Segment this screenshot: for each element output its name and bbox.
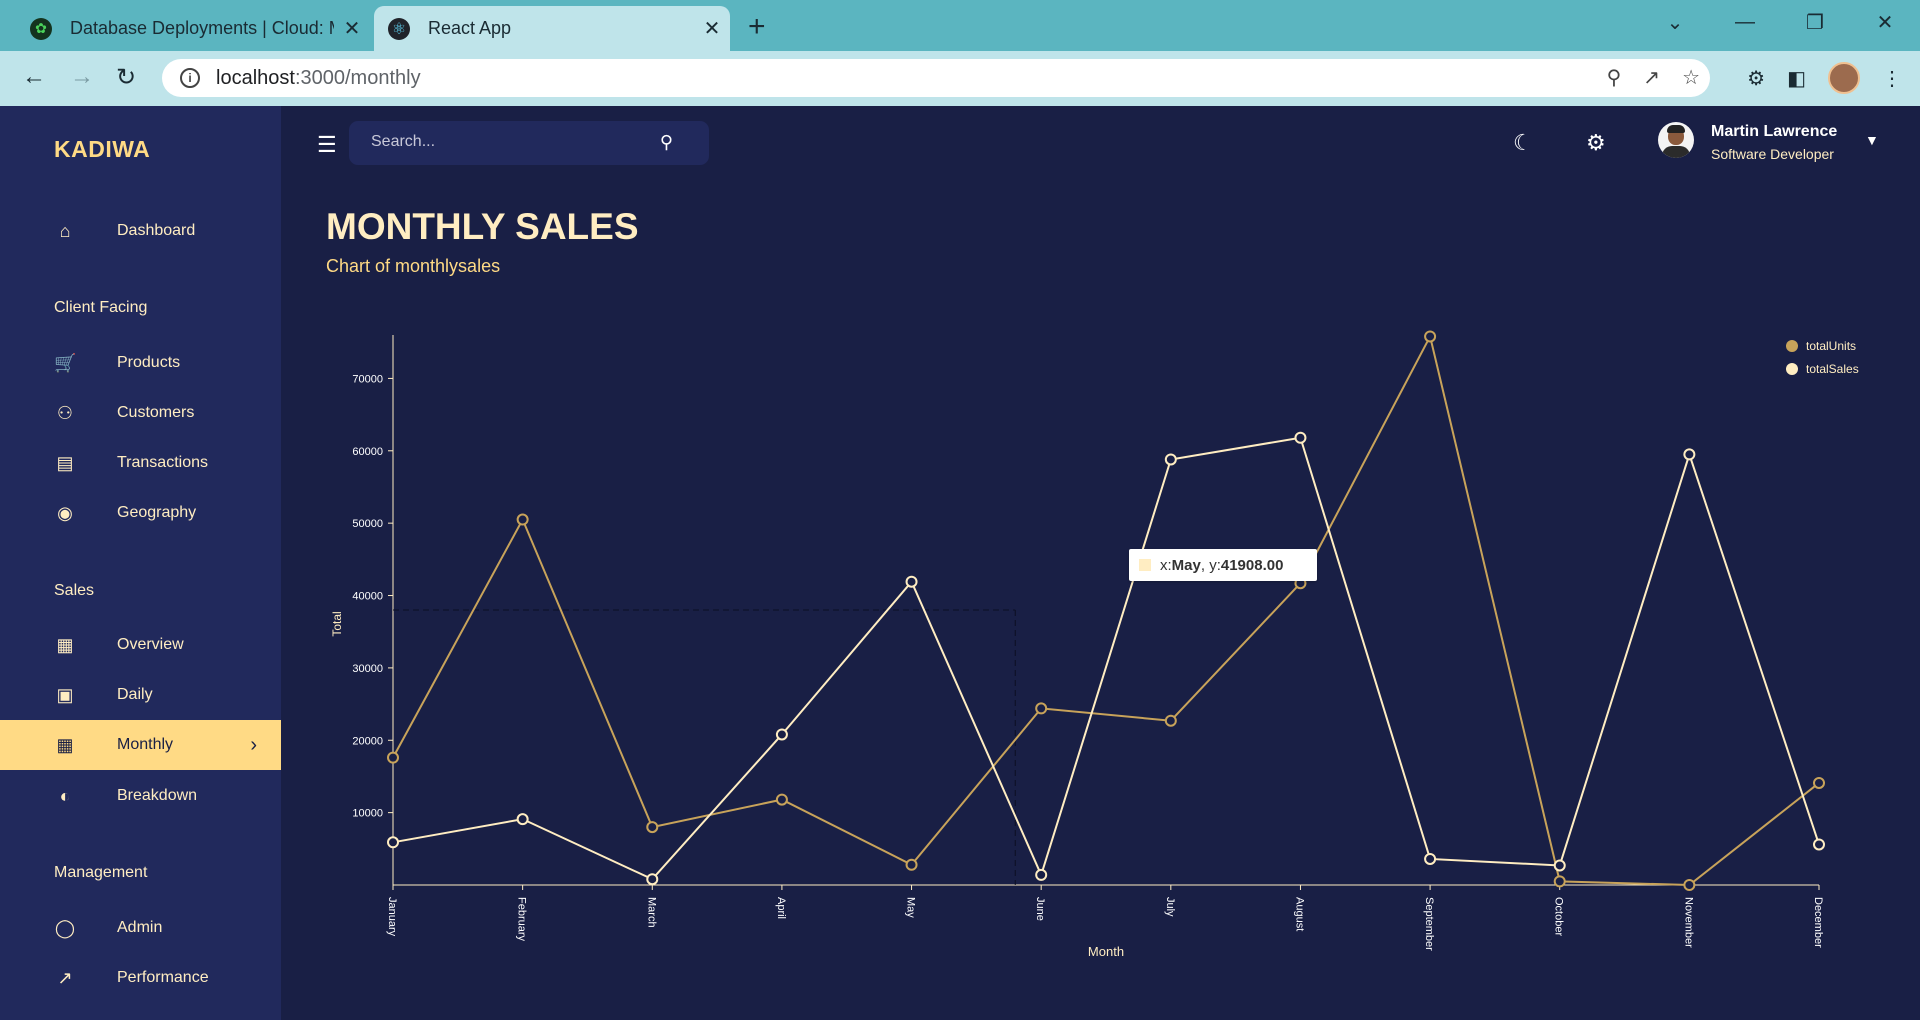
data-point-totalUnits	[1035, 702, 1048, 715]
y-tick-label: 50000	[352, 518, 383, 530]
x-tick-label: May	[905, 897, 917, 918]
data-point-totalSales	[1035, 868, 1048, 881]
x-axis-label: Month	[1088, 944, 1124, 959]
data-point-totalUnits	[1164, 714, 1177, 727]
data-point-totalUnits	[1813, 776, 1825, 789]
data-point-totalUnits	[1683, 879, 1696, 891]
x-tick-label: April	[775, 897, 787, 919]
data-point-totalSales	[646, 873, 659, 886]
data-point-totalSales	[775, 728, 788, 741]
legend-marker-totalSales	[1786, 363, 1798, 375]
y-tick-label: 30000	[352, 663, 383, 675]
data-point-totalUnits	[646, 821, 659, 834]
x-tick-label: July	[1164, 897, 1176, 917]
data-point-totalSales	[387, 836, 399, 849]
x-tick-label: December	[1812, 897, 1824, 948]
data-point-totalUnits	[1553, 875, 1566, 888]
series-line-totalSales	[392, 436, 1820, 881]
y-tick-label: 70000	[352, 373, 383, 385]
x-tick-label: September	[1423, 897, 1435, 951]
data-point-totalUnits	[516, 513, 529, 526]
data-point-totalSales	[1813, 838, 1825, 851]
data-point-totalUnits	[387, 751, 399, 764]
x-tick-label: February	[516, 897, 528, 942]
data-point-totalSales	[1164, 453, 1177, 466]
data-point-totalUnits	[1424, 330, 1437, 343]
data-point-totalSales	[1424, 852, 1437, 865]
x-tick-label: January	[386, 897, 398, 937]
tooltip-swatch	[1139, 559, 1151, 571]
y-tick-label: 10000	[352, 808, 383, 820]
x-tick-label: November	[1682, 897, 1694, 948]
data-point-totalSales	[1683, 448, 1696, 461]
data-point-totalSales	[905, 575, 918, 588]
y-tick-label: 40000	[352, 591, 383, 603]
x-tick-label: October	[1553, 897, 1565, 936]
data-point-totalSales	[1553, 859, 1566, 872]
x-tick-label: March	[645, 897, 657, 928]
series-line-totalUnits	[392, 333, 1820, 887]
legend-marker-totalUnits	[1786, 340, 1798, 352]
y-tick-label: 60000	[352, 446, 383, 458]
x-tick-label: August	[1293, 897, 1305, 931]
data-point-totalSales	[1294, 431, 1307, 444]
x-tick-label: June	[1034, 897, 1046, 921]
y-axis-label: Total	[330, 611, 344, 636]
chart-tooltip: x: May, y: 41908.00	[1129, 549, 1317, 581]
data-point-totalSales	[516, 813, 529, 826]
y-tick-label: 20000	[352, 735, 383, 747]
monthly-sales-chart[interactable]: 10000 20000 30000 40000 50000 60000 70000 Janua…	[0, 0, 1920, 1020]
legend-label-totalUnits: totalUnits	[1806, 339, 1856, 353]
data-point-totalUnits	[775, 793, 788, 806]
data-point-totalUnits	[905, 858, 918, 871]
legend-label-totalSales: totalSales	[1806, 362, 1859, 376]
